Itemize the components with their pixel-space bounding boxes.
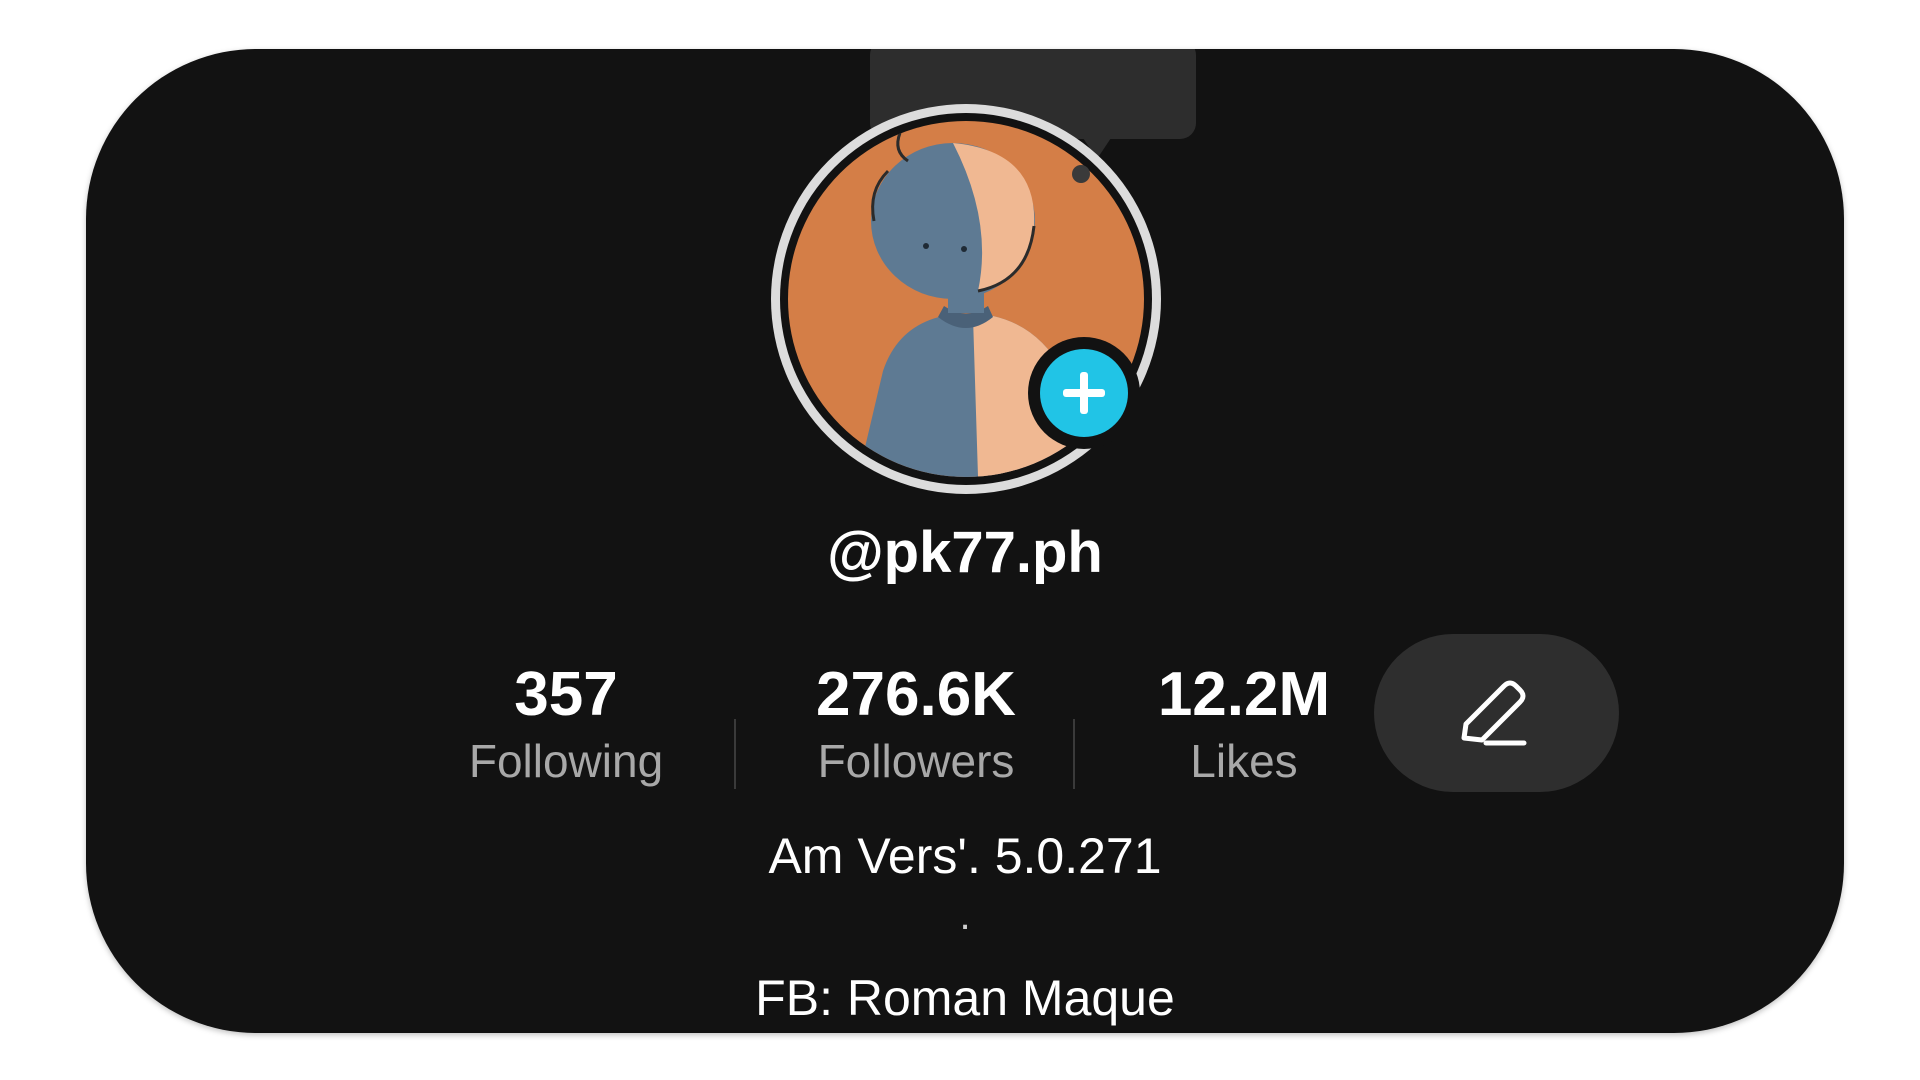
plus-icon [1040,349,1128,437]
bio-line-2: . [959,894,971,938]
bio-line-1: Am Vers'. 5.0.271 [768,828,1162,884]
pencil-icon [1461,680,1527,746]
following-label: Following [468,735,664,787]
likes-label: Likes [1190,735,1298,787]
bio-line-3: FB: Roman Maque [755,970,1175,1026]
likes-count: 12.2M [1157,660,1331,729]
add-avatar-button[interactable] [1028,337,1140,449]
stat-divider [1073,719,1075,789]
followers-count: 276.6K [816,660,1016,729]
stat-followers[interactable]: 276.6K Followers [766,659,1066,791]
stat-following[interactable]: 357 Following [416,659,716,791]
username: @pk77.ph [827,520,1103,585]
stat-likes[interactable]: 12.2M Likes [1094,659,1394,791]
following-count: 357 [514,660,618,729]
followers-label: Followers [817,735,1015,787]
profile-card: @pk77.ph 357 Following 276.6K Followers … [86,49,1844,1033]
edit-profile-button[interactable] [1374,634,1619,792]
status-dot [1072,165,1090,183]
stat-divider [734,719,736,789]
